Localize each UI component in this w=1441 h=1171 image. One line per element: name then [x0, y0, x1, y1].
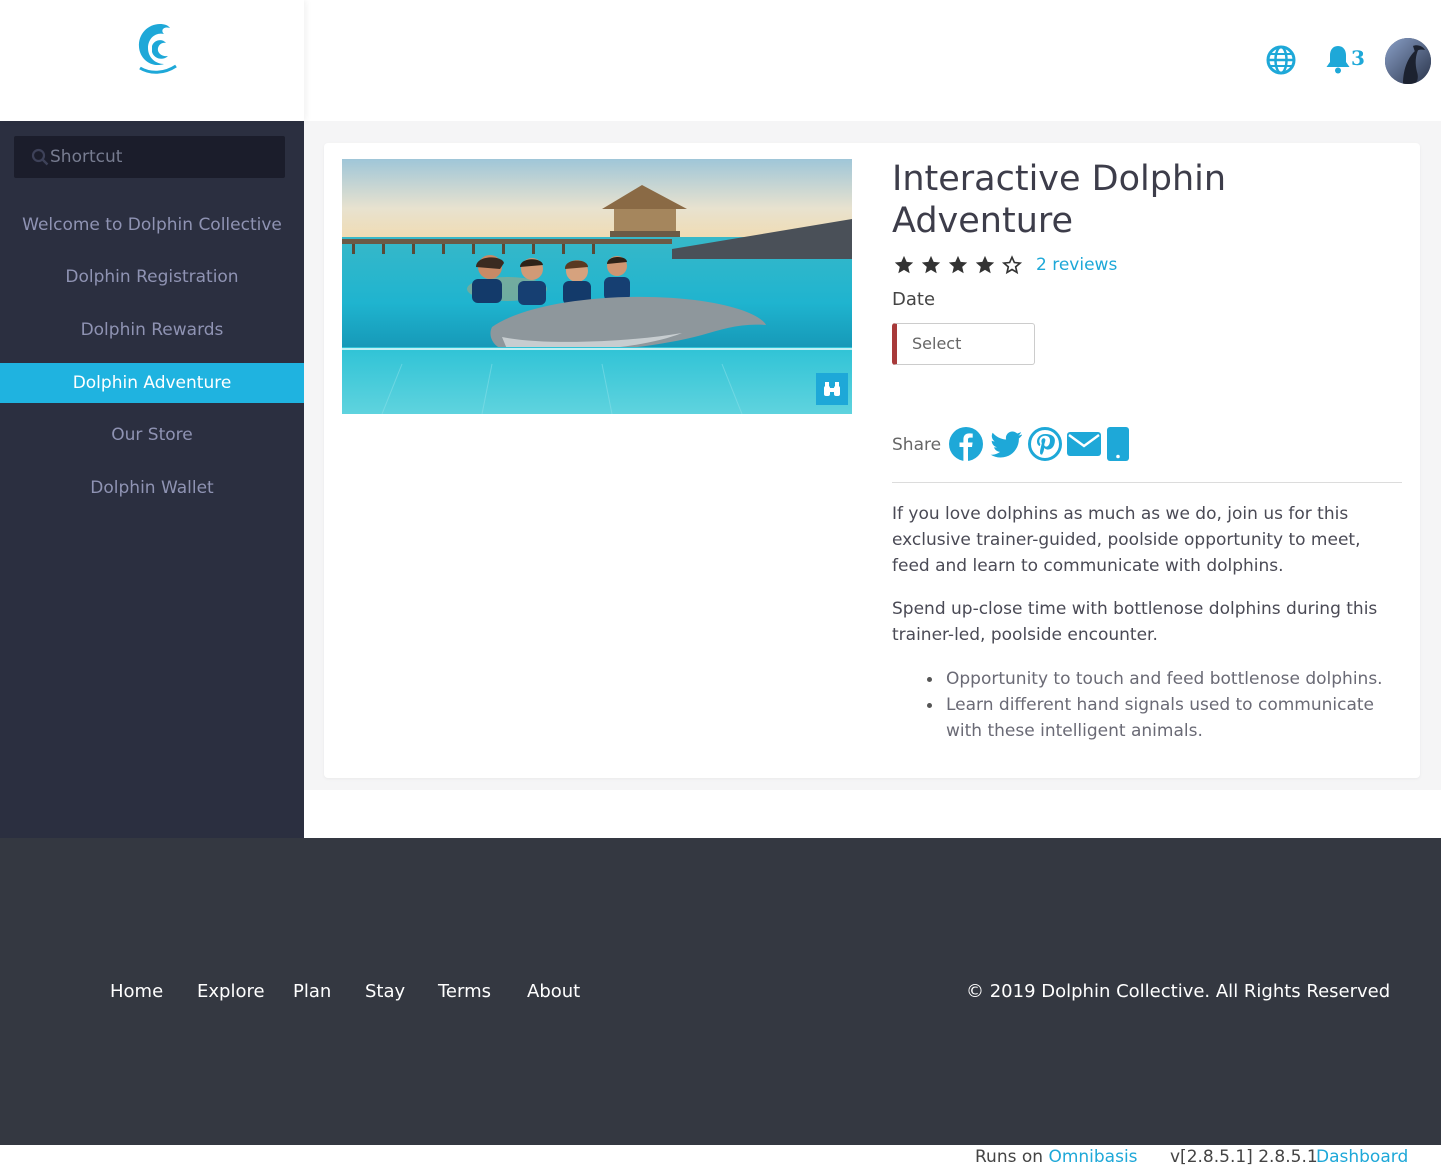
product-title: Interactive Dolphin Adventure	[892, 159, 1227, 241]
dashboard-link[interactable]: Dashboard	[1316, 1147, 1408, 1167]
logo-area	[0, 0, 304, 121]
sidebar-item-rewards[interactable]: Dolphin Rewards	[0, 310, 304, 350]
runs-on-text: Runs on Omnibasis	[975, 1147, 1138, 1167]
email-icon[interactable]	[1066, 426, 1102, 462]
list-item: Learn different hand signals used to com…	[927, 692, 1406, 744]
list-item: Opportunity to touch and feed bottlenose…	[927, 666, 1406, 692]
bell-icon[interactable]	[1325, 44, 1351, 74]
product-photo[interactable]	[342, 159, 852, 414]
footer-link-terms[interactable]: Terms	[438, 981, 491, 1002]
twitter-icon[interactable]	[988, 426, 1024, 462]
version-text: v[2.8.5.1] 2.8.5.1	[1170, 1147, 1318, 1167]
facebook-icon[interactable]	[948, 426, 984, 462]
footer-link-about[interactable]: About	[527, 981, 580, 1002]
footer: Home Explore Plan Stay Terms About © 201…	[0, 838, 1441, 1145]
binoculars-icon	[824, 382, 840, 396]
omnibasis-link[interactable]: Omnibasis	[1048, 1147, 1137, 1167]
search-icon	[31, 148, 49, 166]
globe-icon[interactable]	[1265, 44, 1297, 76]
shortcut-search	[14, 136, 285, 178]
star-empty-icon	[1001, 255, 1023, 275]
copyright-text: © 2019 Dolphin Collective. All Rights Re…	[966, 981, 1391, 1002]
feature-list: Opportunity to touch and feed bottlenose…	[927, 666, 1406, 744]
star-filled-icon	[894, 255, 914, 274]
sidebar-item-store[interactable]: Our Store	[0, 415, 304, 455]
footer-link-home[interactable]: Home	[110, 981, 163, 1002]
sidebar-item-adventure[interactable]: Dolphin Adventure	[0, 363, 304, 403]
dolphin-logo-icon[interactable]	[130, 16, 180, 78]
star-filled-icon	[921, 255, 941, 274]
date-select[interactable]: Select	[892, 323, 1035, 365]
sidebar-item-wallet[interactable]: Dolphin Wallet	[0, 468, 304, 508]
notification-count: 3	[1351, 46, 1365, 70]
footer-link-stay[interactable]: Stay	[365, 981, 405, 1002]
content-spacer	[304, 790, 1441, 838]
mobile-icon[interactable]	[1100, 426, 1136, 462]
reviews-link[interactable]: 2 reviews	[1036, 255, 1117, 275]
divider	[892, 482, 1402, 483]
share-label: Share	[892, 435, 942, 455]
rating-stars	[893, 254, 1023, 276]
sidebar-item-registration[interactable]: Dolphin Registration	[0, 257, 304, 297]
runs-on-prefix: Runs on	[975, 1147, 1044, 1167]
description-paragraph: Spend up-close time with bottlenose dolp…	[892, 599, 1378, 645]
star-filled-icon	[948, 255, 968, 274]
dolphin-swim-image	[342, 159, 852, 414]
description-paragraph: If you love dolphins as much as we do, j…	[892, 504, 1361, 576]
date-label: Date	[892, 289, 936, 310]
sidebar-item-welcome[interactable]: Welcome to Dolphin Collective	[0, 205, 304, 245]
pinterest-icon[interactable]	[1027, 426, 1063, 462]
avatar[interactable]	[1385, 38, 1431, 84]
footer-link-explore[interactable]: Explore	[197, 981, 265, 1002]
sidebar: Welcome to Dolphin Collective Dolphin Re…	[0, 121, 304, 838]
avatar-image	[1385, 38, 1431, 84]
star-filled-icon	[975, 255, 995, 274]
shortcut-input[interactable]	[50, 136, 280, 178]
photo-zoom-button[interactable]	[816, 373, 848, 405]
footer-link-plan[interactable]: Plan	[293, 981, 331, 1002]
